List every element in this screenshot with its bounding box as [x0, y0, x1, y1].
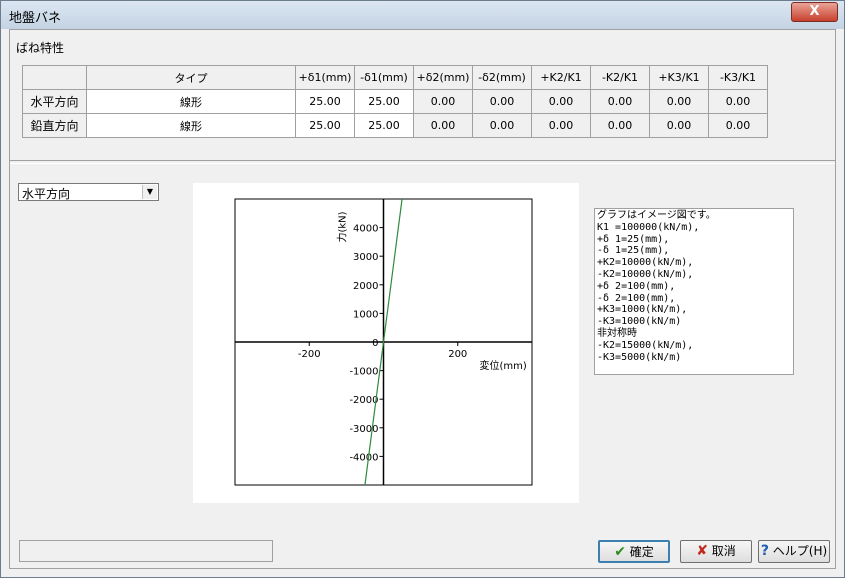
table-row: 鉛直方向 線形 25.00 25.00 0.00 0.00 0.00 0.00 …: [22, 113, 768, 138]
direction-select[interactable]: 水平方向 ▼: [18, 183, 159, 201]
column-header: -δ2(mm): [472, 65, 532, 90]
table-cell[interactable]: 25.00: [354, 89, 414, 114]
table-cell[interactable]: 線形: [86, 89, 296, 114]
y-tick-label: 2000: [353, 281, 378, 292]
note-line: 非対称時: [597, 327, 637, 339]
table-corner: [22, 65, 87, 90]
table-row: 水平方向 線形 25.00 25.00 0.00 0.00 0.00 0.00 …: [22, 89, 768, 114]
note-line: +δ 1=25(mm),: [597, 233, 670, 245]
row-header: 水平方向: [22, 89, 87, 114]
dialog-client-area: ばね特性 タイプ +δ1(mm) -δ1(mm) +δ2(mm) -δ2(mm)…: [9, 29, 836, 569]
ok-label: 確定: [629, 545, 654, 559]
chart-svg: 4000 3000 2000 1000 0 -1000 -2000 -3000 -4000 -20…: [234, 198, 533, 486]
note-line: -K2=10000(kN/m),: [597, 268, 694, 280]
column-header: +K2/K1: [531, 65, 591, 90]
spring-graph: 4000 3000 2000 1000 0 -1000 -2000 -3000 -4000 -20…: [193, 183, 579, 503]
table-cell[interactable]: 線形: [86, 113, 296, 138]
note-line: +K2=10000(kN/m),: [597, 257, 694, 269]
note-line: +δ 2=100(mm),: [597, 280, 676, 292]
title-bar: 地盤バネ X: [1, 1, 844, 29]
y-tick-label: -2000: [349, 395, 378, 406]
direction-select-value: 水平方向: [22, 187, 71, 201]
column-header: +K3/K1: [649, 65, 709, 90]
note-line: -K2=15000(kN/m),: [597, 339, 694, 351]
note-line: -δ 2=100(mm),: [597, 292, 676, 304]
x-tick-label: -200: [298, 349, 321, 360]
ok-button[interactable]: ✔ 確定: [598, 540, 670, 563]
note-line: -K3=5000(kN/m): [597, 351, 682, 363]
table-header-row: タイプ +δ1(mm) -δ1(mm) +δ2(mm) -δ2(mm) +K2/…: [22, 65, 768, 90]
y-tick-label: -1000: [349, 367, 378, 378]
y-tick-label: -4000: [349, 452, 378, 463]
table-cell: 0.00: [531, 89, 591, 114]
note-line: +K3=1000(kN/m),: [597, 304, 688, 316]
window-title: 地盤バネ: [9, 11, 62, 26]
cancel-icon: ✘: [696, 543, 708, 559]
table-cell: 0.00: [649, 113, 709, 138]
x-tick-label: 200: [448, 349, 467, 360]
cancel-label: 取消: [711, 544, 736, 558]
chevron-down-icon[interactable]: ▼: [142, 185, 157, 199]
dialog-window: 地盤バネ X ばね特性 タイプ +δ1(mm) -δ1(mm) +δ2(mm) …: [0, 0, 845, 578]
status-bar: [19, 540, 273, 562]
check-icon: ✔: [614, 544, 626, 560]
close-button[interactable]: X: [791, 2, 838, 22]
table-cell: 0.00: [472, 89, 532, 114]
y-tick-label: 0: [372, 338, 378, 349]
table-cell: 0.00: [708, 89, 768, 114]
note-line: -K3=1000(kN/m): [597, 316, 682, 328]
y-tick-label: 3000: [353, 252, 378, 263]
section-label: ばね特性: [16, 41, 65, 55]
divider: [10, 160, 835, 164]
y-axis-label: 力(kN): [336, 211, 349, 242]
cancel-button[interactable]: ✘ 取消: [680, 540, 752, 563]
table-cell: 0.00: [590, 113, 650, 138]
column-header: +δ1(mm): [295, 65, 355, 90]
graph-note: グラフはイメージ図です。 K1 =100000(kN/m), +δ 1=25(m…: [594, 208, 794, 375]
help-label: ヘルプ(H): [772, 544, 828, 558]
table-cell: 0.00: [472, 113, 532, 138]
table-cell[interactable]: 25.00: [354, 113, 414, 138]
table-cell: 0.00: [649, 89, 709, 114]
question-icon: ?: [760, 543, 769, 559]
table-cell: 0.00: [413, 89, 473, 114]
y-tick-label: 1000: [353, 309, 378, 320]
table-cell: 0.00: [590, 89, 650, 114]
note-line: K1 =100000(kN/m),: [597, 221, 700, 233]
column-header: +δ2(mm): [413, 65, 473, 90]
x-axis-label: 変位(mm): [480, 359, 527, 372]
column-header: -K2/K1: [590, 65, 650, 90]
table-cell[interactable]: 25.00: [295, 113, 355, 138]
spring-table: タイプ +δ1(mm) -δ1(mm) +δ2(mm) -δ2(mm) +K2/…: [22, 65, 768, 138]
column-header: -K3/K1: [708, 65, 768, 90]
table-cell[interactable]: 25.00: [295, 89, 355, 114]
column-header: タイプ: [86, 65, 296, 90]
row-header: 鉛直方向: [22, 113, 87, 138]
help-button[interactable]: ? ヘルプ(H): [758, 540, 830, 563]
table-cell: 0.00: [708, 113, 768, 138]
table-cell: 0.00: [413, 113, 473, 138]
column-header: -δ1(mm): [354, 65, 414, 90]
y-tick-label: 4000: [353, 224, 378, 235]
table-cell: 0.00: [531, 113, 591, 138]
y-tick-label: -3000: [349, 424, 378, 435]
note-line: グラフはイメージ図です。: [597, 210, 716, 221]
note-line: -δ 1=25(mm),: [597, 245, 670, 257]
